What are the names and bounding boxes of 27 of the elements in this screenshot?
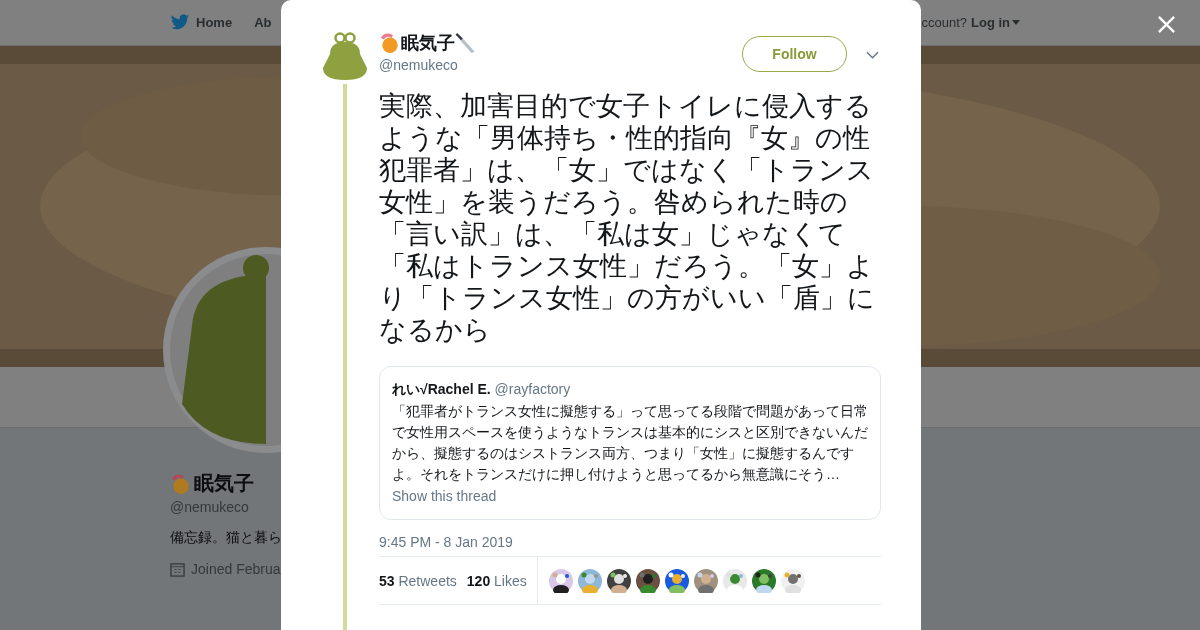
home-link[interactable]: Home	[170, 14, 233, 31]
joined-date: Joined Februa	[191, 561, 281, 577]
tweet-text: 実際、加害目的で女子トイレに侵入するような「男体持ち・性的指向『女』の性犯罪者」は、「女」ではなく「トランス女性」を装うだろう。咎められた時の「言い訳」は、「私は女」じゃなくて「私はトランス女性」だろう。「女」より「トランス女性」の方がいい「盾」になるから	[379, 90, 876, 346]
quoted-tweet[interactable]: れい√Rachel E. @rayfactory 「犯罪者がトランス女性に擬態する」って思ってる段階で問題があって日常で女性用スペースを使うようなトランスは基本的にシスと区別できないんだから、擬態するのはシストランス両方、つまり「女性」に擬態するんですよ。それをトランスだけに押し付けようと思ってるから無意識にそう… Show this thread	[379, 366, 881, 520]
quoted-author-name: れい√Rachel E.	[392, 381, 491, 397]
stat-count[interactable]: 120 Likes	[466, 572, 527, 589]
author-name: 眠気子	[401, 32, 455, 55]
stat-count[interactable]: 53 Retweets	[379, 572, 457, 589]
profile-handle: @nemukeco	[170, 499, 249, 515]
chevron-icon[interactable]	[866, 51, 879, 59]
login-link[interactable]: Log in	[971, 15, 1020, 30]
bird-icon	[170, 14, 190, 31]
author-handle: @nemukeco	[379, 57, 459, 73]
show-thread-link[interactable]: Show this thread	[392, 488, 497, 504]
close-icon[interactable]	[1157, 15, 1176, 34]
nav-link[interactable]: Ab	[254, 15, 272, 30]
profile-bio: 備忘録。猫と暮ら	[170, 529, 282, 547]
calendar-icon	[170, 561, 185, 577]
quoted-author-handle: @rayfactory	[494, 381, 571, 397]
follow-button[interactable]: Follow	[742, 36, 847, 72]
caret-icon	[1012, 20, 1020, 25]
account-prompt: ccount?	[921, 15, 967, 30]
purse-icon	[322, 32, 368, 80]
tweet-time: 9:45 PM - 8 Jan 2019	[379, 534, 514, 552]
knife-icon	[455, 32, 477, 54]
quoted-text: 「犯罪者がトランス女性に擬態する」って思ってる段階で問題があって日常で女性用スペースを使うようなトランスは基本的にシスと区別できないんだから、擬態するのはシストランス両方、つまり「女性」に擬態するんですよ。それをトランスだけに押し付けようと思ってるから無意識にそう…	[392, 402, 868, 484]
profile-name: 眠気子	[194, 471, 254, 496]
